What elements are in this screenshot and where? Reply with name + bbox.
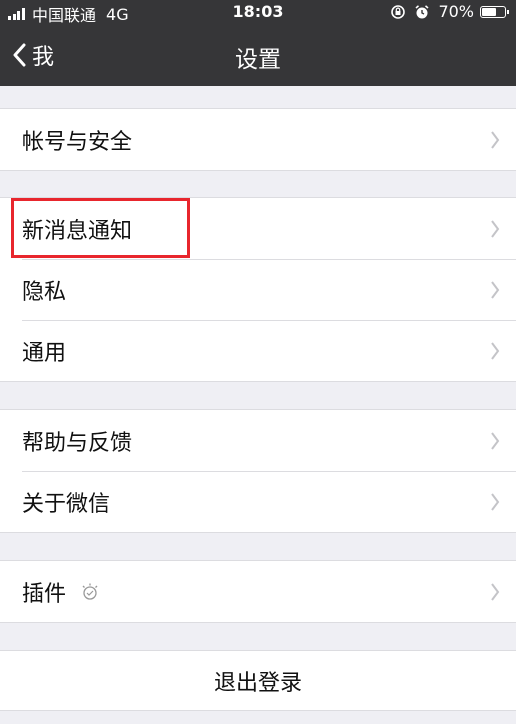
list-item-about[interactable]: 关于微信 [0,471,516,532]
page-title: 设置 [235,47,281,73]
alarm-icon [415,4,429,18]
chevron-right-icon [491,431,500,450]
list-item-general[interactable]: 通用 [0,320,516,381]
settings-group-plugins: 插件 [0,560,516,623]
list-item-label: 插件 [22,581,67,607]
orientation-lock-icon [391,4,406,19]
list-item-label: 隐私 [22,279,67,305]
chevron-right-icon [491,341,500,360]
list-item-account-security[interactable]: 帐号与安全 [0,109,516,170]
chevron-right-icon [491,219,500,238]
chevron-right-icon [491,280,500,299]
logout-button[interactable]: 退出登录 [0,650,516,711]
navigation-bar: 我 设置 [0,24,516,86]
list-item-help-feedback[interactable]: 帮助与反馈 [0,410,516,471]
list-item-plugins[interactable]: 插件 [0,561,516,622]
battery-icon [480,5,509,18]
highlight-box [11,198,190,258]
list-item-label: 帐号与安全 [22,129,133,155]
battery-percent: 70% [438,2,474,21]
list-item-privacy[interactable]: 隐私 [0,259,516,320]
list-item-label: 关于微信 [22,491,111,517]
top-bar: 中国联通 4G 18:03 70% 我 设置 [0,0,516,86]
list-item-label: 通用 [22,340,67,366]
settings-group-help: 帮助与反馈 关于微信 [0,409,516,533]
status-right: 70% [382,2,509,21]
lightbulb-icon [82,583,98,600]
chevron-right-icon [491,582,500,601]
settings-group-account: 帐号与安全 [0,108,516,171]
chevron-right-icon [491,130,500,149]
list-item-label: 帮助与反馈 [22,430,133,456]
status-bar: 中国联通 4G 18:03 70% [0,0,516,25]
chevron-right-icon [491,492,500,511]
